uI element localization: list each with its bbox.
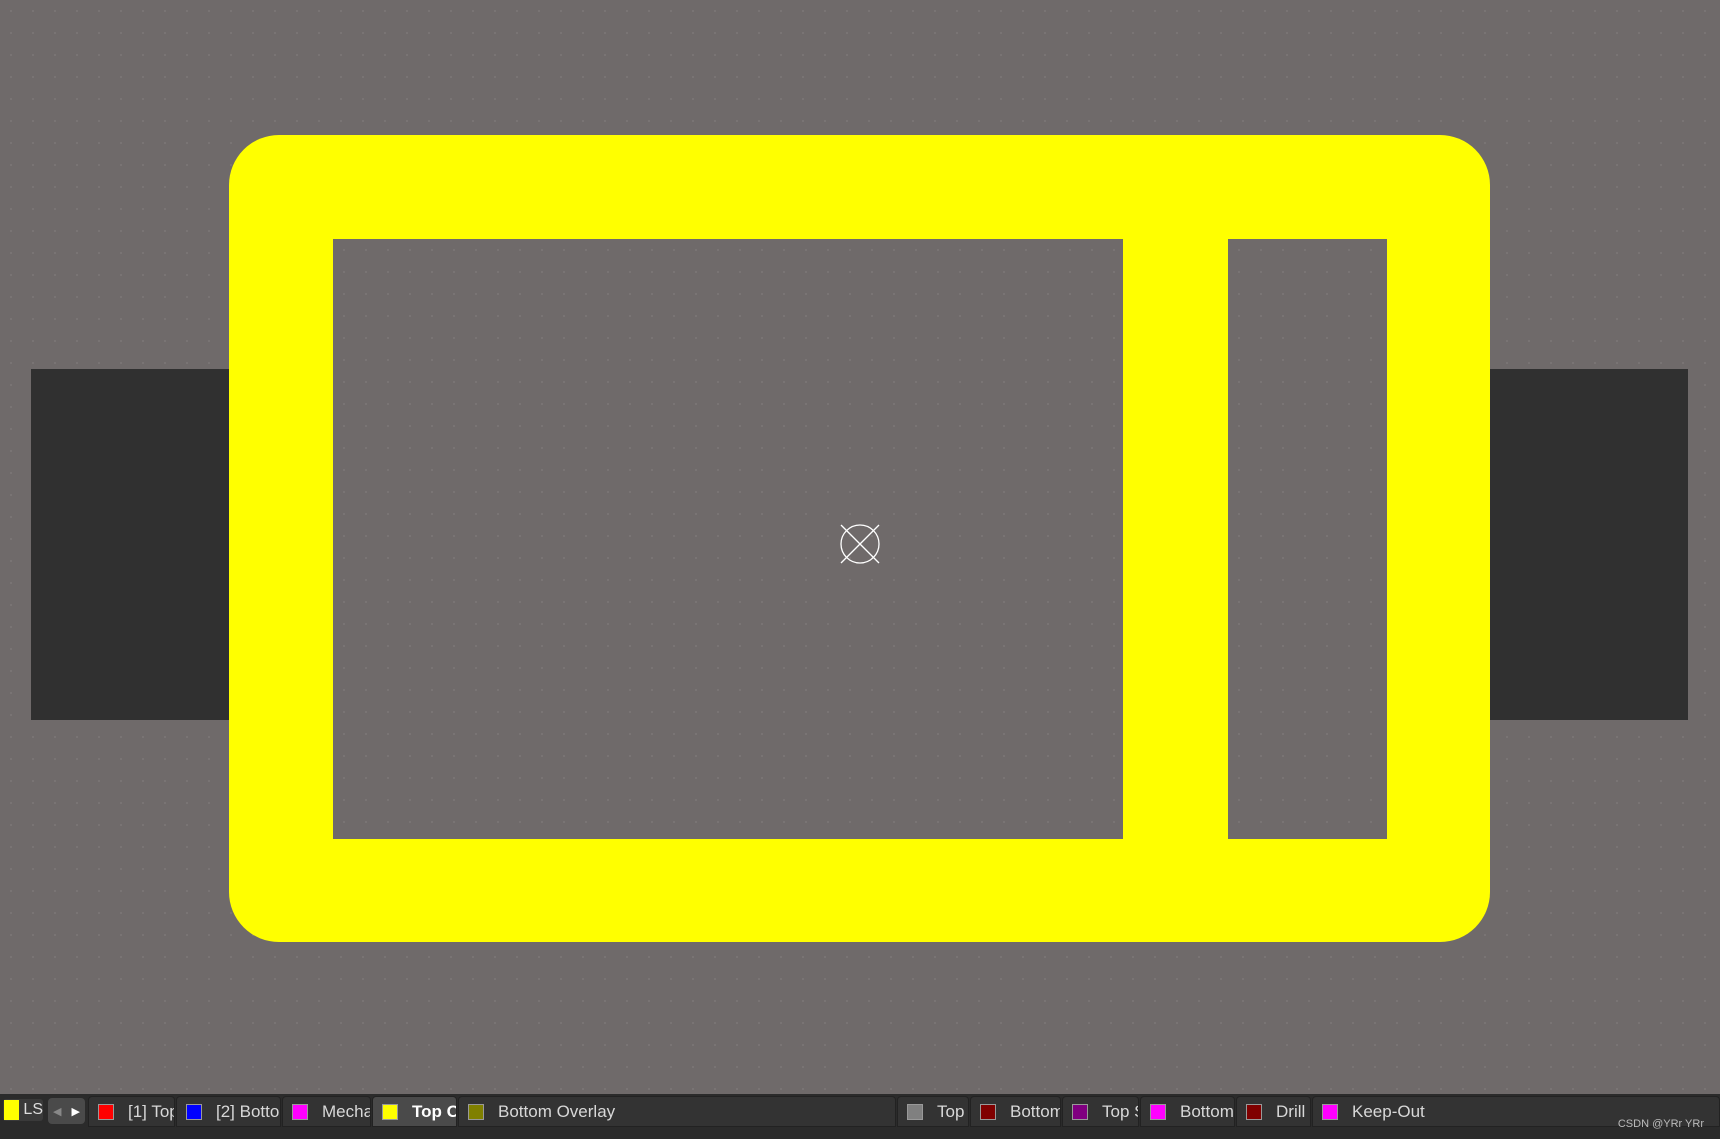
layer-color-swatch (382, 1103, 398, 1120)
next-layer-icon[interactable]: ▶ (72, 1105, 80, 1118)
layer-tab-label: Bottom Solder (1180, 1101, 1234, 1121)
layer-tab[interactable]: Top Overlay (372, 1096, 457, 1127)
layer-color-swatch (1072, 1103, 1088, 1120)
layer-nav: ◀ ▶ (48, 1098, 85, 1124)
layer-tab-bar: LS ◀ ▶ [1] Top Layer [2] Bottom Layer Mech… (0, 1094, 1720, 1139)
prev-layer-icon[interactable]: ◀ (53, 1105, 61, 1118)
layer-tab[interactable]: Top Paste (897, 1096, 969, 1127)
layer-tab[interactable]: Top Solder (1062, 1096, 1139, 1127)
layer-tab-label: Top Solder (1102, 1101, 1138, 1121)
layer-tab[interactable]: Drill Guide (1236, 1096, 1311, 1127)
layer-tab-label: [1] Top Layer (128, 1101, 174, 1121)
current-layer-swatch (4, 1100, 20, 1120)
layer-tab-label: Bottom Overlay (498, 1101, 616, 1121)
layer-color-swatch (1150, 1103, 1166, 1120)
outline-inner-right (1228, 239, 1387, 839)
layer-color-swatch (1322, 1103, 1338, 1120)
layer-tab-label: Drill Guide (1276, 1101, 1310, 1121)
layer-color-swatch (907, 1103, 923, 1120)
layer-tab[interactable]: Bottom Overlay (458, 1096, 896, 1127)
current-layer-label: LS (23, 1101, 43, 1118)
pcb-canvas[interactable] (0, 0, 1720, 1094)
pad-left[interactable] (31, 369, 231, 720)
layer-color-swatch (292, 1103, 308, 1120)
layer-tab[interactable]: [2] Bottom Layer (176, 1096, 281, 1127)
layer-tab-label: Mechanical 1 (322, 1101, 371, 1121)
layer-tab[interactable]: Mechanical 1 (282, 1096, 371, 1127)
origin-marker-icon (840, 524, 880, 564)
layer-color-swatch (980, 1103, 996, 1120)
current-layer-indicator[interactable]: LS (3, 1099, 43, 1121)
layer-tab-label: Top Overlay (412, 1101, 456, 1121)
layer-tab-label: Top Paste (937, 1101, 968, 1121)
layer-color-swatch (186, 1103, 202, 1120)
pad-right[interactable] (1488, 369, 1688, 720)
outline-inner-left (333, 239, 1123, 839)
layer-color-swatch (98, 1103, 114, 1120)
layer-tab[interactable]: Bottom Paste (970, 1096, 1061, 1127)
watermark: CSDN @YRr YRr (1617, 1118, 1704, 1130)
layer-tab-label: Keep-Out (1352, 1101, 1425, 1121)
layer-tab[interactable]: [1] Top Layer (88, 1096, 175, 1127)
layer-tab-label: Bottom Paste (1010, 1101, 1061, 1121)
layer-tab[interactable]: Bottom Solder (1140, 1096, 1235, 1127)
layer-color-swatch (468, 1103, 484, 1120)
layer-tab-label: [2] Bottom Layer (216, 1101, 280, 1121)
layer-color-swatch (1246, 1103, 1262, 1120)
